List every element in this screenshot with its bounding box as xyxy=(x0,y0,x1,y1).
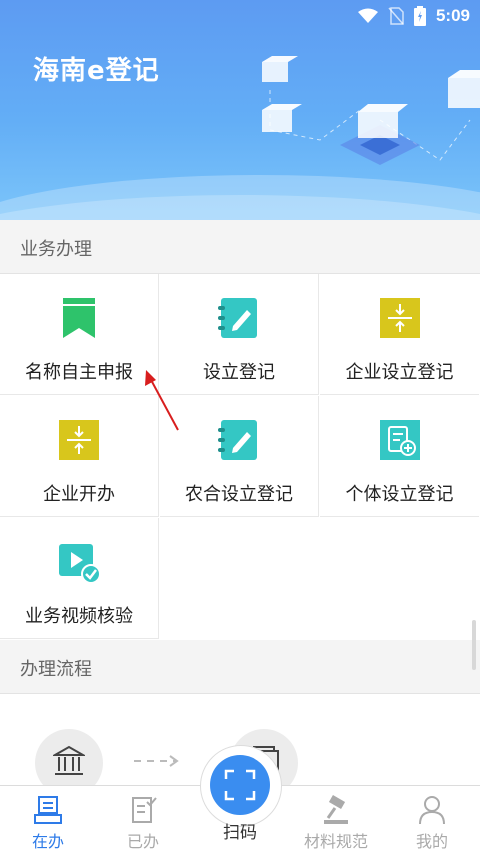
nav-label: 我的 xyxy=(415,832,448,851)
section-title: 办理流程 xyxy=(20,659,92,680)
battery-icon xyxy=(413,6,426,26)
grid-item-label: 企业设立登记 xyxy=(345,362,454,383)
grid-item-enterprise-establish[interactable]: 企业设立登记 xyxy=(320,274,479,395)
app-title: 海南e登记 xyxy=(33,56,160,86)
wifi-icon xyxy=(357,8,378,23)
scan-label: 扫码 xyxy=(223,823,257,843)
notebook-edit-icon xyxy=(218,420,257,460)
gavel-icon xyxy=(324,795,348,824)
nav-done[interactable]: 已办 xyxy=(103,786,183,854)
in-progress-icon xyxy=(34,796,62,824)
scan-icon xyxy=(224,769,256,801)
section-process-header: 办理流程 xyxy=(0,641,480,694)
video-check-icon xyxy=(59,544,101,584)
grid-item-name-declaration[interactable]: 名称自主申报 xyxy=(0,274,159,395)
grid-item-label: 企业开办 xyxy=(43,484,115,505)
grid-item-establish-registration[interactable]: 设立登记 xyxy=(160,274,319,395)
business-grid: 名称自主申报 设立登记 企业设立登记 企业开办 农合设立登记 个体设立登记 业务… xyxy=(0,274,480,640)
notebook-edit-icon xyxy=(218,298,257,338)
status-bar: 5:09 xyxy=(357,4,470,28)
no-sim-icon xyxy=(388,7,404,25)
grid-item-individual-establish[interactable]: 个体设立登记 xyxy=(320,396,479,517)
nav-label: 材料规范 xyxy=(303,832,368,851)
grid-item-label: 农合设立登记 xyxy=(185,484,293,505)
grid-item-label: 个体设立登记 xyxy=(345,484,454,505)
bank-icon xyxy=(53,745,85,775)
dashed-arrow-icon xyxy=(134,755,179,767)
cube-illustration xyxy=(262,56,480,165)
done-icon xyxy=(132,797,157,823)
nav-material-standards[interactable]: 材料规范 xyxy=(296,786,376,854)
nav-label: 在办 xyxy=(31,832,64,851)
header-banner: 5:09 海南e登记 xyxy=(0,0,480,220)
document-add-icon xyxy=(379,420,420,460)
scrollbar[interactable] xyxy=(472,620,476,670)
compress-icon xyxy=(59,420,99,460)
nav-in-progress[interactable]: 在办 xyxy=(8,786,88,854)
grid-item-label: 设立登记 xyxy=(203,362,275,383)
bookmark-icon xyxy=(63,298,95,338)
grid-item-coop-establish[interactable]: 农合设立登记 xyxy=(160,396,319,517)
scan-button[interactable] xyxy=(210,755,270,815)
grid-item-label: 名称自主申报 xyxy=(25,362,133,383)
compress-icon xyxy=(379,298,420,338)
section-business-header: 业务办理 xyxy=(0,221,480,274)
grid-item-enterprise-start[interactable]: 企业开办 xyxy=(0,396,159,517)
section-title: 业务办理 xyxy=(20,239,92,260)
nav-label: 已办 xyxy=(126,832,159,851)
grid-item-video-verification[interactable]: 业务视频核验 xyxy=(0,518,159,639)
user-icon xyxy=(419,796,445,825)
grid-item-label: 业务视频核验 xyxy=(25,606,133,627)
nav-profile[interactable]: 我的 xyxy=(392,786,472,854)
clock: 5:09 xyxy=(435,6,470,25)
